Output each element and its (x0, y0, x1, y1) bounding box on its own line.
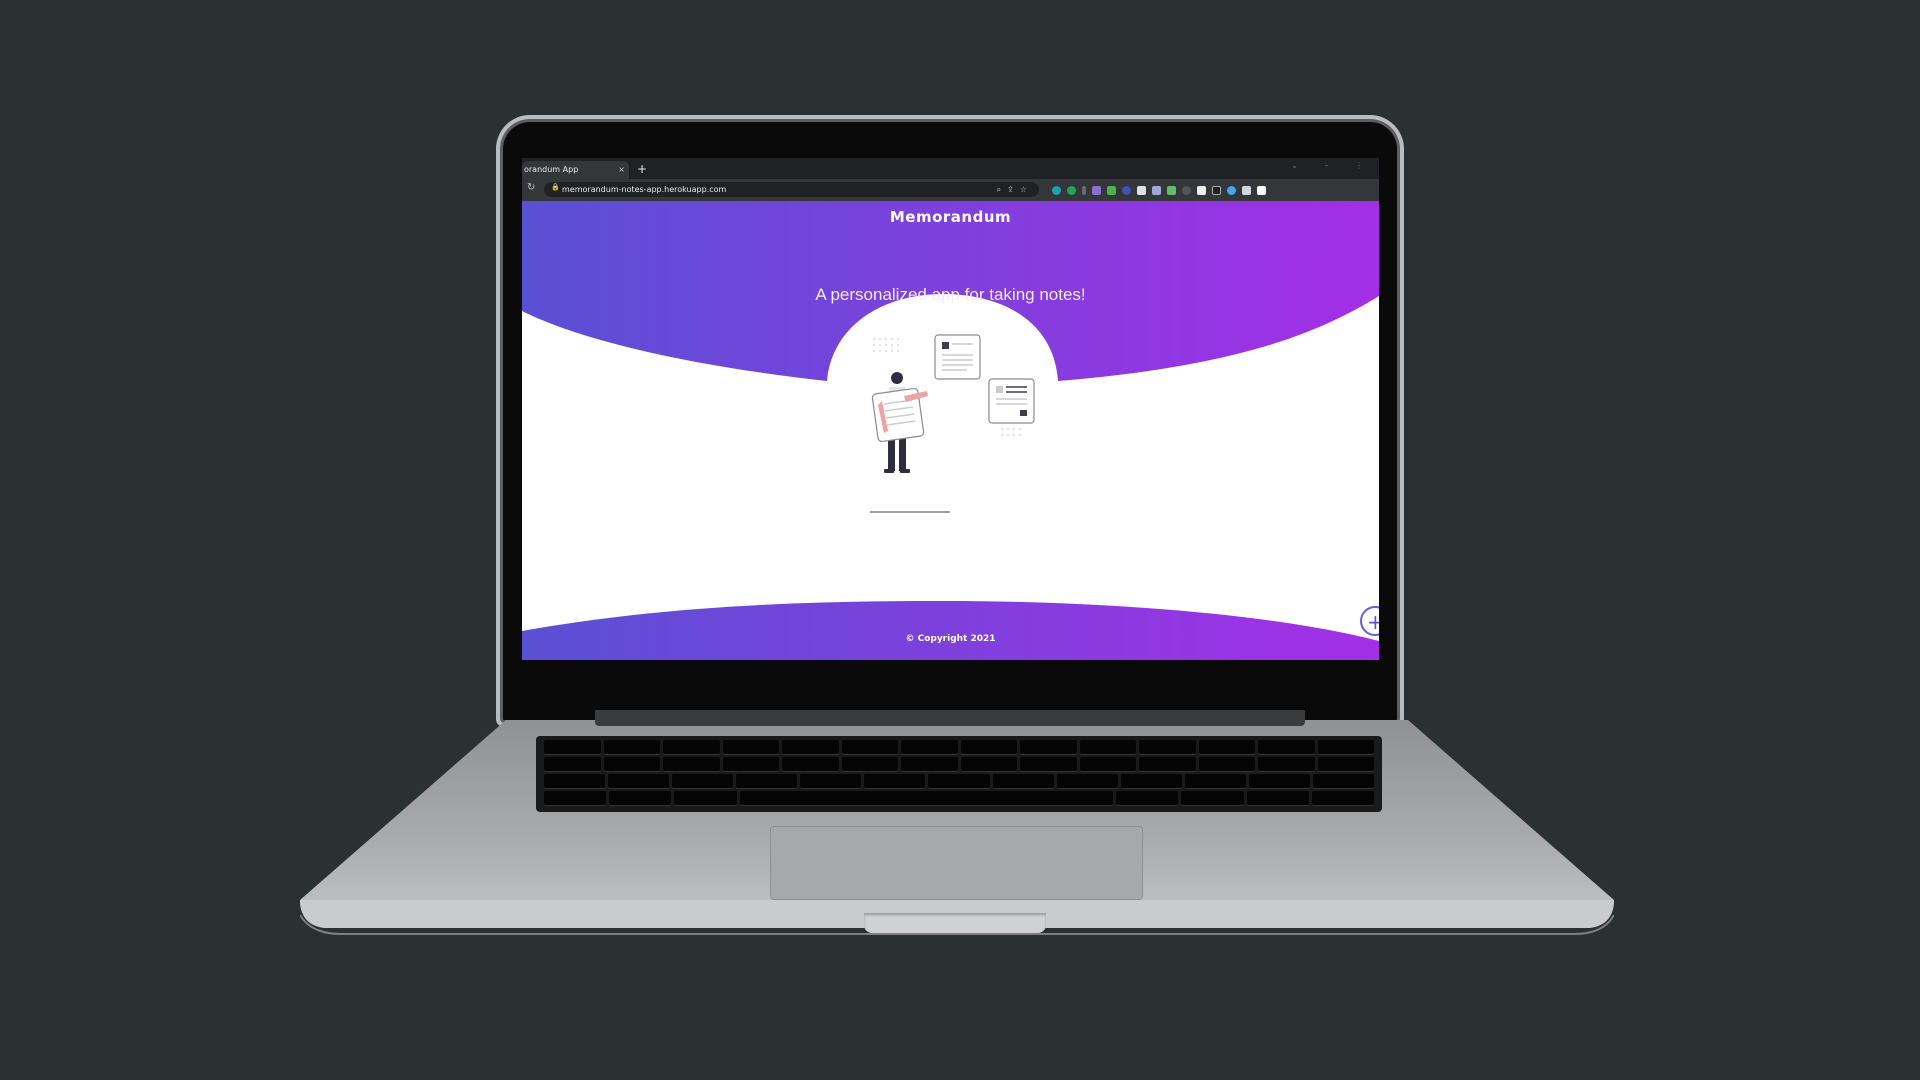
tab-title: orandum App (524, 165, 579, 174)
sidepanel-icon[interactable] (1257, 185, 1266, 195)
extension-icon[interactable] (1227, 185, 1236, 195)
extension-icon[interactable] (1197, 185, 1206, 195)
reload-icon[interactable]: ↻ (527, 182, 535, 193)
key-row (544, 774, 1375, 788)
trackpad (770, 826, 1143, 900)
extension-icon[interactable] (1122, 185, 1131, 195)
page-background (522, 201, 1379, 660)
omnibox-actions[interactable]: ⌕⇪☆ (997, 182, 1033, 197)
extension-icon[interactable] (1167, 185, 1176, 195)
brand-title[interactable]: Memorandum (522, 208, 1379, 226)
extension-icon[interactable] (1137, 185, 1146, 195)
extensions-icon[interactable] (1242, 185, 1251, 195)
key-row (544, 757, 1374, 771)
extension-icon[interactable] (1067, 185, 1076, 195)
new-tab-button[interactable]: + (637, 160, 647, 178)
tab-bar: orandum App × + ⌄ – ⋮ (522, 158, 1379, 179)
extension-icon[interactable] (1152, 185, 1161, 195)
extension-icon[interactable] (1182, 185, 1191, 195)
key-row (544, 740, 1374, 754)
hero-tagline: A personalized app for taking notes! (815, 285, 1086, 304)
footer-copyright: © Copyright 2021 (905, 634, 996, 644)
address-bar[interactable]: 🔒 memorandum-notes-app.herokuapp.com ⌕⇪☆ (544, 182, 1039, 197)
extension-icon[interactable] (1107, 185, 1116, 195)
lock-icon[interactable]: 🔒 (551, 183, 560, 191)
browser-tab[interactable]: orandum App × (522, 161, 629, 179)
extension-icon[interactable] (1082, 185, 1086, 195)
footer-wave (522, 601, 1379, 660)
browser-window: orandum App × + ⌄ – ⋮ ↻ 🔒 memorandum-not… (522, 158, 1379, 660)
url-text: memorandum-notes-app.herokuapp.com (562, 185, 727, 194)
extension-icon[interactable] (1212, 185, 1221, 195)
document-card-illustration (934, 334, 981, 380)
document-card-illustration (988, 378, 1035, 424)
window-controls[interactable]: ⌄ – ⋮ (1291, 161, 1375, 170)
extension-icon[interactable] (1052, 185, 1061, 195)
extension-icons (1052, 183, 1266, 197)
web-page: Memorandum A personalized app for taking… (522, 201, 1379, 660)
browser-toolbar: ↻ 🔒 memorandum-notes-app.herokuapp.com ⌕… (522, 179, 1379, 201)
laptop-hinge (595, 710, 1305, 726)
extension-icon[interactable] (1092, 185, 1101, 195)
person-illustration (870, 372, 950, 513)
key-row (544, 791, 1375, 805)
close-icon[interactable]: × (618, 161, 625, 179)
lid-notch (864, 913, 1046, 933)
add-note-icon: + (1367, 610, 1379, 634)
keyboard (536, 736, 1382, 812)
